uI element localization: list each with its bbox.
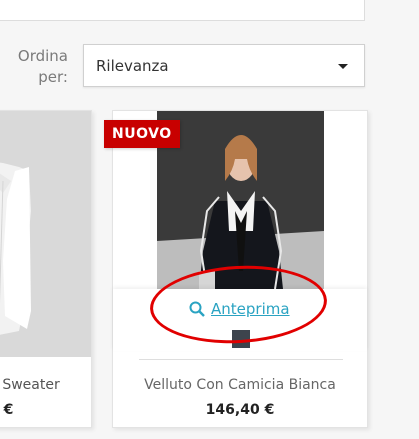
product-image[interactable] bbox=[157, 111, 324, 289]
product-price: 4 € bbox=[0, 402, 14, 418]
product-price: 146,40 € bbox=[205, 402, 275, 418]
product-name[interactable]: Velluto Con Camicia Bianca bbox=[113, 377, 367, 393]
divider bbox=[139, 359, 343, 360]
product-image[interactable] bbox=[0, 111, 91, 357]
new-badge: NUOVO bbox=[104, 120, 180, 148]
sort-label: Ordina per: bbox=[17, 47, 68, 86]
product-name[interactable]: d Sweater bbox=[0, 377, 60, 393]
product-card[interactable]: d Sweater 4 € bbox=[0, 110, 92, 428]
sort-select[interactable]: Rilevanza bbox=[83, 44, 365, 87]
sort-selected-value: Rilevanza bbox=[96, 57, 169, 75]
chevron-down-icon bbox=[338, 64, 348, 69]
top-panel bbox=[0, 0, 365, 21]
